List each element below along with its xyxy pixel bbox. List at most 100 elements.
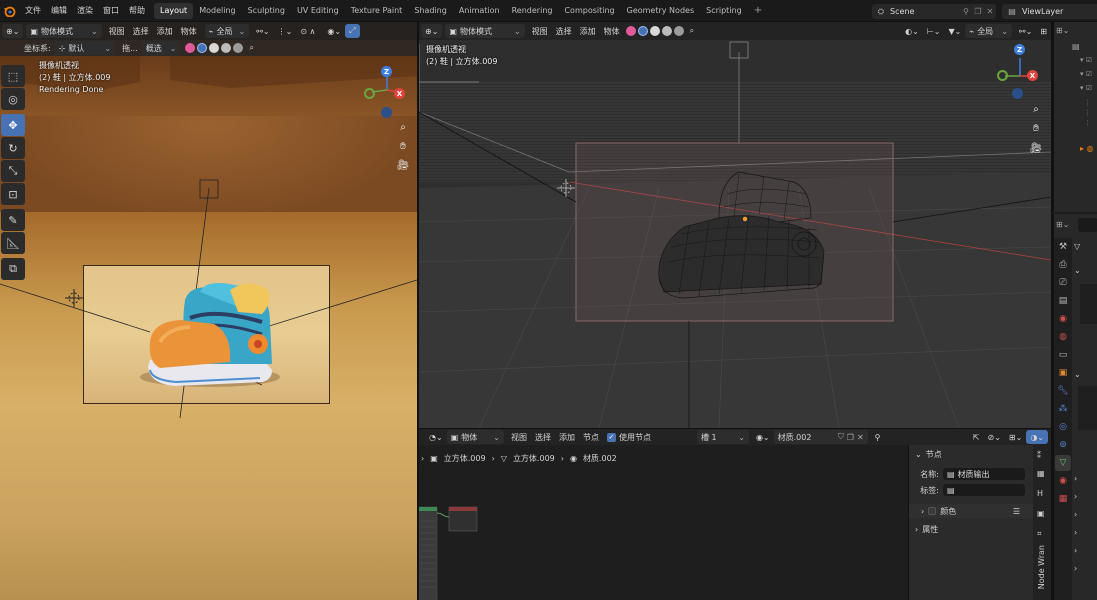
view-toggle-icon[interactable]: ◐⌄ <box>901 24 923 38</box>
snap-target-icon[interactable]: ⊞⌄ <box>1005 430 1026 444</box>
menu-object[interactable]: 物体 <box>600 24 624 38</box>
tool-tab-icon[interactable]: ⚒ <box>1055 239 1071 255</box>
scale-icon[interactable]: ⤡ <box>1 160 25 182</box>
rotate-icon[interactable]: ↻ <box>1 137 25 159</box>
navigation-gizmo[interactable]: Z X <box>362 62 412 118</box>
zoom-icon[interactable]: ⌕ <box>394 118 412 136</box>
visibility-icon[interactable]: ▾ ☑ <box>1080 56 1092 64</box>
color-checkbox[interactable] <box>928 507 937 515</box>
options-tab-icon[interactable]: ▣ <box>1037 509 1045 518</box>
color-subpanel[interactable]: › 颜色 ☰ <box>909 504 1034 518</box>
properties-subpanel[interactable]: › 属性 <box>909 522 1034 536</box>
add-cube-icon[interactable]: ⧉ <box>1 258 25 280</box>
menu-help[interactable]: 帮助 <box>124 0 150 22</box>
tab-animation[interactable]: Animation <box>453 3 506 19</box>
editor-type-button[interactable]: ⊕⌄ <box>421 24 443 38</box>
output-tab-icon[interactable]: ⎚ <box>1055 275 1071 291</box>
node-graph[interactable] <box>419 501 489 600</box>
coord-selector[interactable]: ⊹ 默认 ⌄ <box>54 41 116 55</box>
axis-neg-z-icon[interactable] <box>1012 88 1023 99</box>
parent-node-tree-icon[interactable]: ⇱ <box>969 430 984 444</box>
collection-tab-icon[interactable]: ▭ <box>1055 347 1071 363</box>
world-tab-icon[interactable]: ◍ <box>1055 329 1071 345</box>
node-label-field[interactable]: ▤ <box>943 484 1025 496</box>
node-section-header[interactable]: ⌄ 节点 <box>909 447 1034 461</box>
axis-neg-z-icon[interactable] <box>381 107 392 118</box>
collapsed-panels[interactable]: › › › › › › <box>1074 470 1077 578</box>
list-box[interactable] <box>1080 284 1097 324</box>
axis-y-icon[interactable] <box>997 70 1008 81</box>
axis-x-icon[interactable]: X <box>394 88 405 99</box>
pivot-icon[interactable]: ⚯⌄ <box>252 24 273 38</box>
transform-orientation-selector[interactable]: ⌁ 全局 ⌄ <box>204 24 250 38</box>
filter-icon[interactable]: ▼⌄ <box>945 24 966 38</box>
camera-view-icon[interactable]: 🎥︎ <box>1027 139 1045 157</box>
tab-modeling[interactable]: Modeling <box>193 3 241 19</box>
list-box[interactable] <box>1078 386 1097 430</box>
camera-view-icon[interactable]: 🎥︎ <box>394 156 412 174</box>
tab-compositing[interactable]: Compositing <box>558 3 620 19</box>
object-tab-icon[interactable]: ▣ <box>1055 365 1071 381</box>
menu-window[interactable]: 窗口 <box>98 0 124 22</box>
menu-add[interactable]: 添加 <box>576 24 600 38</box>
menu-add[interactable]: 添加 <box>555 430 579 444</box>
pan-hand-icon[interactable]: ✋︎ <box>394 137 412 155</box>
material-name-field[interactable]: 材质.002 ⛉ ❐ ✕ <box>773 430 868 444</box>
viewport-wireframe[interactable]: ⊕⌄ ▣ 物体模式 ⌄ 视图 选择 添加 物体 ⌕ ◐⌄ ⊢⌄ ▼⌄ ⌁ 全局 … <box>419 22 1051 428</box>
pin-icon[interactable]: ⚲ <box>871 430 885 444</box>
gizmo-toggle-icon[interactable]: ⤢ <box>345 24 360 38</box>
texture-tab-icon[interactable]: ▦ <box>1055 491 1071 507</box>
properties-editor[interactable]: ⊞⌄ ⚒ ⎙ ⎚ ▤ ◉ ◍ ▭ ▣ 🔧︎ ⁂ ◎ ⊚ ▽ ◉ ▦ ▽ ⌄ ⌄ … <box>1053 214 1097 600</box>
gizmo-toggle-icon[interactable]: ⊞ <box>1036 24 1051 38</box>
shading-wire-icon[interactable] <box>197 43 208 53</box>
properties-search-field[interactable] <box>1078 218 1097 232</box>
axis-y-icon[interactable] <box>364 88 375 99</box>
axis-z-icon[interactable]: Z <box>381 66 392 77</box>
axis-z-icon[interactable]: Z <box>1014 44 1025 55</box>
duplicate-icon[interactable]: ❐ <box>847 433 854 442</box>
slot-selector[interactable]: 槽 1 ⌄ <box>696 430 749 444</box>
select-mode-selector[interactable]: 概选 ⌄ <box>141 41 181 55</box>
properties-type-icon[interactable]: ⊞⌄ <box>1056 220 1069 229</box>
use-nodes-checkbox[interactable]: ✓ 使用节点 <box>603 430 655 444</box>
visibility-icon[interactable]: ▾ ☑ <box>1080 70 1092 78</box>
overlay-color-icon[interactable] <box>625 26 636 36</box>
material-browse-icon[interactable]: ◉⌄ <box>752 430 774 444</box>
shading-rendered-icon[interactable] <box>233 43 244 53</box>
editor-type-button[interactable]: ⊕⌄ <box>2 24 24 38</box>
shading-wire-icon[interactable] <box>637 26 648 36</box>
drag-label[interactable]: 拖... <box>118 41 142 55</box>
cursor-icon[interactable]: ◎ <box>1 88 25 110</box>
material-tab-icon[interactable]: ◉ <box>1055 473 1071 489</box>
tab-layout[interactable]: Layout <box>154 3 194 19</box>
pan-hand-icon[interactable]: ✋︎ <box>1027 119 1045 137</box>
node-name-field[interactable]: ▤ 材质输出 <box>943 468 1025 480</box>
menu-object[interactable]: 物体 <box>177 24 201 38</box>
snap-icon[interactable]: ⊘⌄ <box>984 430 1005 444</box>
data-tab-icon[interactable]: ▽ <box>1055 455 1071 471</box>
zoom-icon[interactable]: ⌕ <box>1027 100 1045 118</box>
menu-node[interactable]: 节点 <box>579 430 603 444</box>
select-box-icon[interactable]: ⬚ <box>1 65 25 87</box>
menu-render[interactable]: 渲染 <box>72 0 98 22</box>
proportional-edit-icon[interactable]: ⊙ ∧ <box>296 24 319 38</box>
render-tab-icon[interactable]: ⎙ <box>1055 257 1071 273</box>
scene-selector[interactable]: ⛭ Scene ⚲ ❐ ✕ <box>872 4 996 19</box>
pin-icon[interactable]: ⚲ <box>960 7 972 16</box>
view-layer-tab-icon[interactable]: ▤ <box>1055 293 1071 309</box>
measure-icon[interactable]: 📐︎ <box>1 232 25 254</box>
shading-rendered-icon[interactable] <box>673 26 684 36</box>
transform-icon[interactable]: ⊡ <box>1 183 25 205</box>
group-tab-icon[interactable]: ⌗ <box>1037 529 1042 539</box>
annotate-icon[interactable]: ✎ <box>1 209 25 231</box>
shading-solid-icon[interactable] <box>209 43 220 53</box>
modifier-tab-icon[interactable]: 🔧︎ <box>1055 383 1071 399</box>
search-icon[interactable]: ⌕ <box>686 24 698 38</box>
blender-logo-icon[interactable] <box>2 4 16 18</box>
tab-geometry-nodes[interactable]: Geometry Nodes <box>621 3 700 19</box>
move-icon[interactable]: ✥ <box>1 114 25 136</box>
menu-select[interactable]: 选择 <box>552 24 576 38</box>
chevron-down-icon[interactable]: ⌄ <box>1074 266 1081 275</box>
node-wrangler-tab[interactable]: Node Wran <box>1037 545 1046 589</box>
menu-select[interactable]: 选择 <box>129 24 153 38</box>
